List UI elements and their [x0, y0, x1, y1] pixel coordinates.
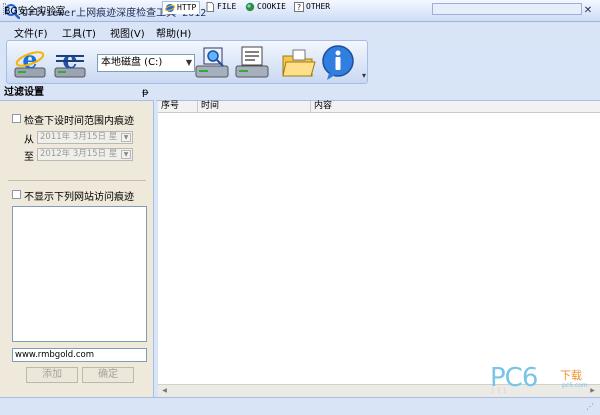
to-label: 至	[24, 152, 34, 163]
status-text: BG安全实验室	[4, 6, 66, 17]
date-to-picker[interactable]: 2012年 3月15日 星 ▼	[37, 148, 133, 161]
tab-file-label: FILE	[217, 2, 237, 11]
column-header-index[interactable]: 序号	[158, 101, 198, 113]
tab-bar	[156, 86, 600, 101]
menu-help[interactable]: 帮助(H)	[156, 25, 191, 40]
tab-cookie[interactable]: COOKIE	[243, 1, 291, 14]
ie-browser-icon[interactable]: e	[11, 44, 49, 82]
svg-text:e: e	[62, 45, 77, 74]
svg-text:?: ?	[297, 3, 301, 12]
menu-file[interactable]: 文件(F)	[14, 25, 48, 40]
watermark-sub: 下载	[560, 369, 582, 382]
time-filter-label: 检查下设时间范围内痕迹	[24, 116, 134, 127]
watermark-brand: PC6	[490, 363, 538, 393]
disk-report-icon[interactable]	[233, 44, 271, 82]
site-filter-checkbox[interactable]	[12, 190, 21, 199]
svg-text:e: e	[22, 45, 37, 74]
close-button[interactable]: ✕	[580, 3, 596, 19]
ie-icon	[165, 4, 175, 12]
results-table[interactable]	[158, 113, 600, 384]
drive-select-value: 本地磁盘 (C:)	[101, 57, 163, 68]
scroll-right-icon[interactable]: ▶	[587, 386, 598, 396]
from-label: 从	[24, 135, 34, 146]
watermark-url: pc6.com	[562, 382, 588, 389]
status-bar	[0, 397, 600, 415]
tab-http-label: HTTP	[177, 3, 197, 12]
disk-scan-icon[interactable]	[193, 44, 231, 82]
filter-panel-header: 过滤设置	[0, 86, 154, 101]
tab-http[interactable]: HTTP	[162, 1, 200, 14]
tab-cookie-label: COOKIE	[257, 2, 286, 11]
confirm-button[interactable]: 确定	[82, 367, 134, 383]
folder-open-icon[interactable]	[279, 44, 317, 82]
date-to-value: 2012年 3月15日 星	[40, 149, 118, 159]
table-header: 序号 时间 内容	[158, 101, 600, 113]
cookie-icon	[245, 2, 255, 12]
drive-select[interactable]: 本地磁盘 (C:) ▼	[97, 54, 195, 72]
tab-other-label: OTHER	[306, 2, 331, 11]
question-icon: ?	[294, 2, 304, 12]
scroll-left-icon[interactable]: ◀	[159, 386, 170, 396]
excluded-sites-list[interactable]	[12, 206, 147, 342]
tab-file[interactable]: FILE	[203, 1, 241, 14]
toolbar-overflow-icon[interactable]: ▾	[362, 71, 366, 80]
time-filter-checkbox[interactable]	[12, 114, 21, 123]
site-filter-label: 不显示下列网站访问痕迹	[24, 192, 134, 203]
divider	[8, 180, 146, 181]
toolbar: e e 本地磁盘 (C:) ▼ ▾	[6, 40, 368, 84]
url-input[interactable]: www.rmbgold.com	[12, 348, 147, 362]
chevron-down-icon[interactable]: ▼	[121, 150, 131, 159]
date-from-value: 2011年 3月15日 星	[40, 132, 118, 142]
column-header-content[interactable]: 内容	[311, 101, 600, 113]
date-from-picker[interactable]: 2011年 3月15日 星 ▼	[37, 131, 133, 144]
tab-other[interactable]: ? OTHER	[292, 1, 334, 14]
network-browser-icon[interactable]: e	[51, 44, 89, 82]
add-site-button[interactable]: 添加	[26, 367, 78, 383]
resize-grip-icon[interactable]: ⋰	[586, 402, 596, 412]
chevron-down-icon[interactable]: ▼	[121, 133, 131, 142]
info-icon[interactable]	[319, 44, 357, 82]
column-header-time[interactable]: 时间	[198, 101, 311, 113]
file-icon	[206, 2, 214, 12]
menu-view[interactable]: 视图(V)	[110, 25, 145, 40]
status-panel	[432, 3, 582, 15]
pin-icon[interactable]: ᵽ	[142, 87, 149, 98]
menu-tools[interactable]: 工具(T)	[62, 25, 96, 40]
chevron-down-icon[interactable]: ▼	[186, 55, 192, 71]
